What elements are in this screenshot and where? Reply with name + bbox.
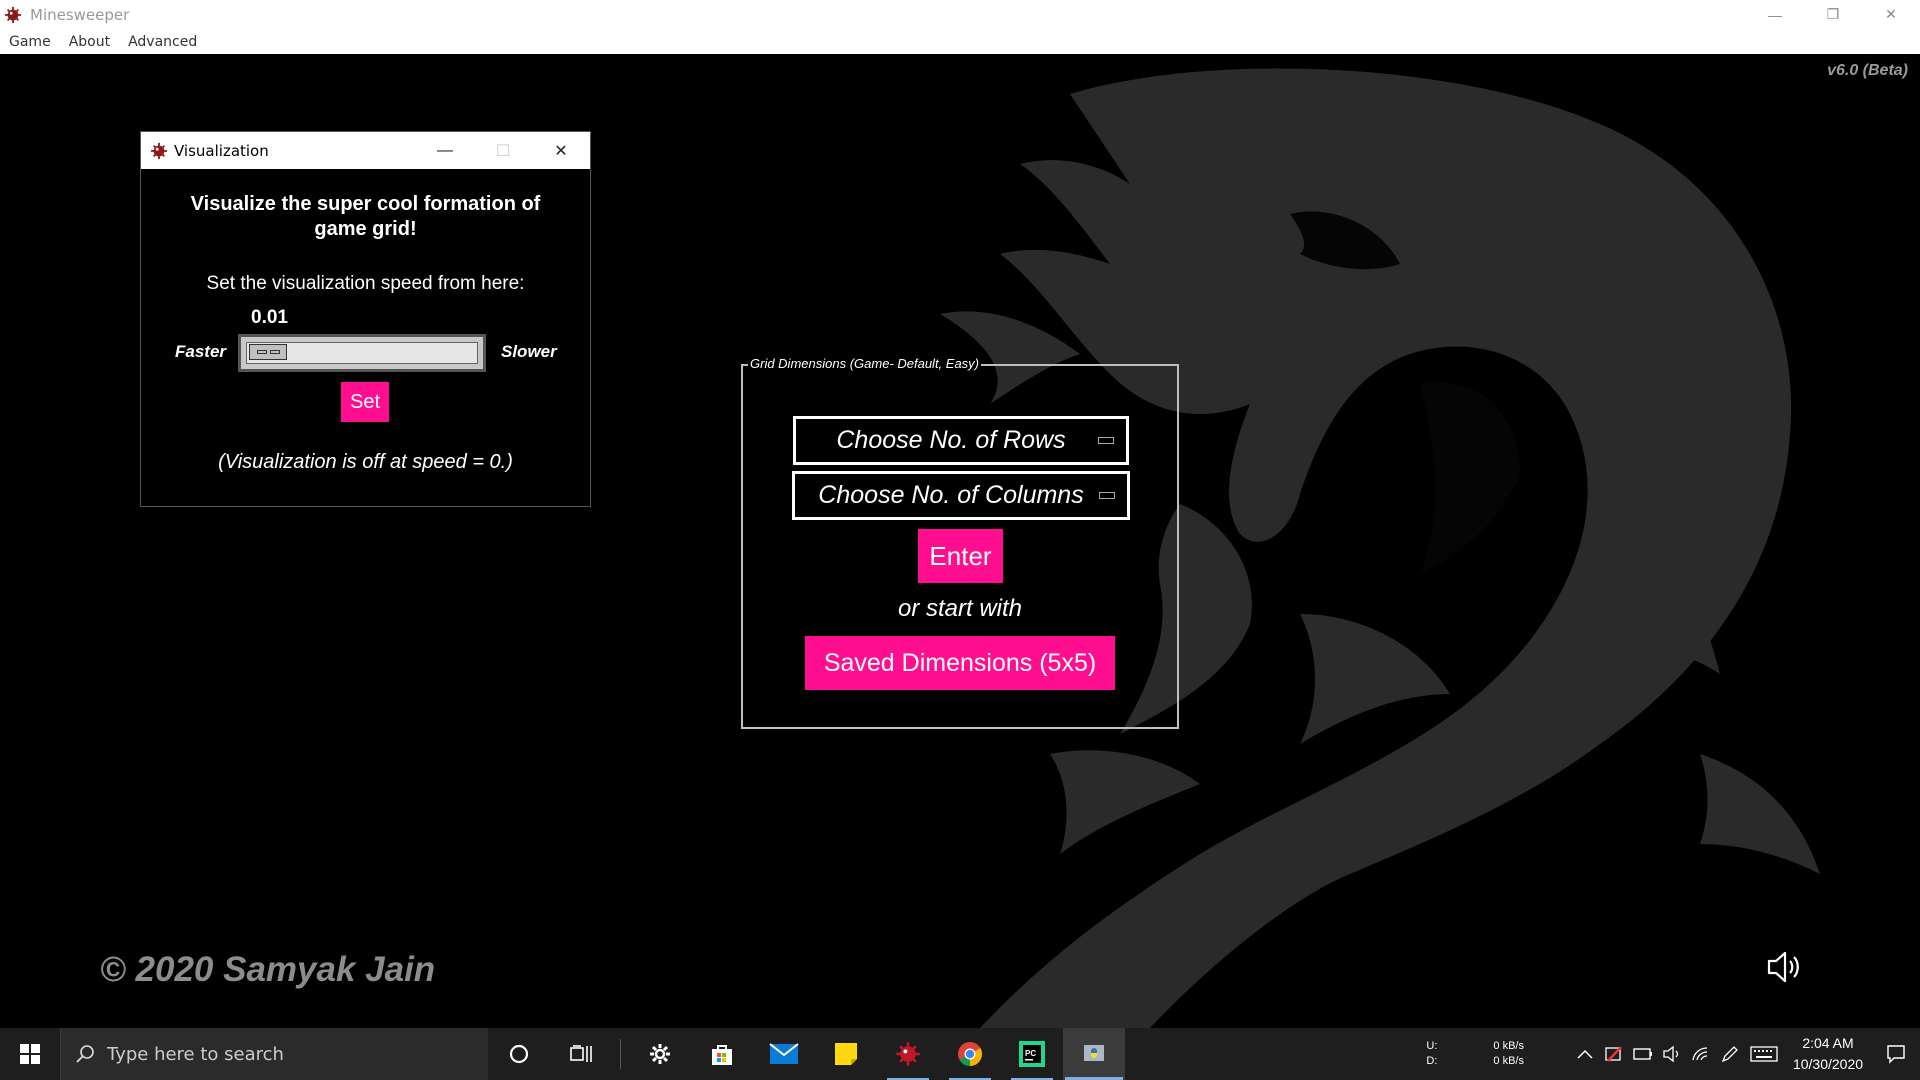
store-button[interactable] — [691, 1028, 753, 1080]
visualization-heading: Visualize the super cool formation of ga… — [190, 193, 541, 240]
window-titlebar: Minesweeper — ❐ ✕ — [0, 0, 1920, 29]
menu-advanced[interactable]: Advanced — [128, 34, 197, 50]
chrome-button[interactable] — [939, 1028, 1001, 1080]
search-placeholder: Type here to search — [107, 1043, 284, 1065]
slower-label: Slower — [501, 342, 557, 361]
dropdown-indicator-icon — [1099, 492, 1115, 499]
speaker-icon[interactable] — [1766, 950, 1804, 984]
mail-button[interactable] — [753, 1028, 815, 1080]
wifi-icon[interactable] — [1686, 1028, 1715, 1080]
python-button[interactable] — [1063, 1028, 1125, 1080]
clock-time: 2:04 AM — [1802, 1035, 1854, 1051]
window-title: Minesweeper — [30, 5, 130, 24]
taskbar-search-box[interactable]: Type here to search — [60, 1028, 488, 1080]
clock-date: 10/30/2020 — [1792, 1056, 1864, 1072]
mail-icon — [769, 1043, 799, 1064]
system-tray: U: D: 0 kB/s 0 kB/s 2:04 AM 10/30/2020 — [1426, 1028, 1920, 1080]
show-hidden-icons-chevron-up-icon[interactable] — [1570, 1028, 1599, 1080]
minimize-button[interactable]: — — [1746, 0, 1804, 29]
touch-keyboard-icon[interactable] — [1744, 1028, 1784, 1080]
minesweeper-taskbar-button[interactable] — [877, 1028, 939, 1080]
speed-slider[interactable] — [238, 334, 486, 372]
speed-slider-thumb[interactable] — [249, 344, 287, 360]
settings-button[interactable] — [629, 1028, 691, 1080]
cortana-icon — [509, 1044, 529, 1064]
download-speed: 0 kB/s — [1493, 1055, 1524, 1067]
notifications-icon — [1887, 1045, 1905, 1064]
close-button[interactable]: ✕ — [1862, 0, 1920, 29]
task-view-icon — [570, 1045, 592, 1062]
copyright-label: © 2020 Samyak Jain — [100, 950, 436, 989]
faster-label: Faster — [175, 342, 227, 361]
mine-icon — [4, 6, 22, 23]
rows-dropdown[interactable]: Choose No. of Rows — [792, 415, 1130, 466]
settings-icon — [650, 1044, 670, 1064]
grid-dimensions-legend: Grid Dimensions (Game- Default, Easy) — [748, 356, 982, 371]
svg-text:PC: PC — [1025, 1049, 1036, 1058]
volume-icon[interactable] — [1657, 1028, 1686, 1080]
antivirus-warning-icon[interactable] — [1599, 1028, 1628, 1080]
enter-button[interactable]: Enter — [918, 529, 1003, 583]
visualization-minimize-button[interactable]: — — [416, 132, 474, 169]
system-clock[interactable]: 2:04 AM 10/30/2020 — [1784, 1033, 1872, 1075]
saved-dimensions-button[interactable]: Saved Dimensions (5x5) — [805, 636, 1115, 690]
menu-about[interactable]: About — [69, 34, 110, 50]
visualization-title: Visualization — [174, 141, 269, 160]
version-label: v6.0 (Beta) — [1827, 62, 1908, 79]
python-icon — [1084, 1045, 1104, 1061]
pen-icon[interactable] — [1715, 1028, 1744, 1080]
grid-dimensions-frame: Grid Dimensions (Game- Default, Easy) Ch… — [741, 356, 1179, 729]
store-icon — [712, 1045, 732, 1065]
visualization-close-button[interactable]: ✕ — [532, 132, 590, 169]
minesweeper-icon — [896, 1042, 920, 1066]
start-button[interactable] — [0, 1028, 60, 1080]
speed-value: 0.01 — [251, 307, 288, 328]
pycharm-button[interactable]: PC — [1001, 1028, 1063, 1080]
set-speed-button[interactable]: Set — [341, 382, 389, 422]
visualization-titlebar: Visualization — ☐ ✕ — [141, 132, 590, 169]
menu-bar: Game About Advanced — [0, 29, 1920, 54]
sticky-notes-button[interactable] — [815, 1028, 877, 1080]
notifications-button[interactable] — [1872, 1028, 1920, 1080]
visualization-maximize-button: ☐ — [495, 142, 511, 160]
columns-dropdown-value: Choose No. of Columns — [818, 481, 1084, 509]
windows-taskbar: Type here to search PC U: D: 0 kB/s 0 kB… — [0, 1028, 1920, 1080]
chrome-icon — [958, 1042, 983, 1066]
rows-dropdown-value: Choose No. of Rows — [836, 426, 1066, 454]
upload-label: U: — [1426, 1040, 1438, 1052]
visualization-subheading: Set the visualization speed from here: — [206, 273, 525, 294]
windows-start-icon — [20, 1044, 40, 1064]
sticky-notes-icon — [835, 1043, 857, 1065]
or-start-with-label: or start with — [897, 595, 1023, 622]
cortana-button[interactable] — [488, 1028, 550, 1080]
search-icon — [76, 1045, 94, 1063]
menu-game[interactable]: Game — [9, 34, 51, 50]
battery-icon[interactable] — [1628, 1028, 1657, 1080]
columns-dropdown[interactable]: Choose No. of Columns — [791, 470, 1131, 521]
network-speed-monitor: U: D: 0 kB/s 0 kB/s — [1426, 1039, 1552, 1069]
dropdown-indicator-icon — [1098, 437, 1114, 444]
visualization-dialog: Visualization — ☐ ✕ Visualize the super … — [140, 131, 591, 507]
upload-speed: 0 kB/s — [1493, 1040, 1524, 1052]
visualization-note: (Visualization is off at speed = 0.) — [218, 451, 513, 473]
restore-button[interactable]: ❐ — [1804, 0, 1862, 29]
task-view-button[interactable] — [550, 1028, 612, 1080]
download-label: D: — [1426, 1055, 1438, 1067]
pycharm-icon: PC — [1019, 1041, 1045, 1067]
mine-icon — [150, 142, 168, 159]
speed-slider-track[interactable] — [246, 342, 478, 364]
